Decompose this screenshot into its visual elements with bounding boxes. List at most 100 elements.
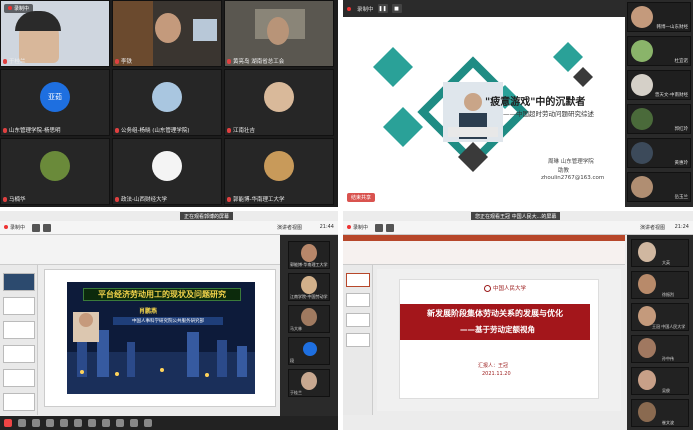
slide-thumbnail[interactable] xyxy=(346,293,370,307)
main-slide: 平台经济劳动用工的现状及问题研究 肖鹏燕 中国人事科学研究院公共服务研究部 xyxy=(67,282,255,394)
side-video-tile-2[interactable]: 江南学院-中国劳动学 xyxy=(288,273,330,301)
participant-photo xyxy=(631,40,653,62)
app-icon[interactable] xyxy=(46,419,54,427)
app-icon[interactable] xyxy=(4,419,12,427)
participant-name: 于桂兰 xyxy=(3,57,26,65)
side-video-tile-5[interactable]: 于桂兰 xyxy=(288,369,330,397)
app-icon[interactable] xyxy=(74,419,82,427)
participant-photo xyxy=(638,370,656,390)
participant-photo xyxy=(638,402,656,422)
video-tile-7[interactable]: 马楠华 xyxy=(0,138,110,205)
participant-name: 大英 xyxy=(662,260,670,265)
participant-name: 黄亮岛 湖南省总工会 xyxy=(227,57,284,65)
mic-muted-icon xyxy=(115,59,119,64)
slide-email: zhoulin2767@163.com xyxy=(541,175,605,181)
video-tile-8[interactable]: 政法-山西财经大学 xyxy=(112,138,222,205)
slide-thumbnail[interactable] xyxy=(3,321,35,339)
participant-name: 郭能博-华南理工大学 xyxy=(227,195,285,203)
participant-name: 郭能博-华南理工大学 xyxy=(290,262,328,267)
participant-name: 徐振烈 xyxy=(662,292,674,297)
side-video-tile-2[interactable]: 杜宜诺 xyxy=(627,36,691,66)
mic-muted-icon xyxy=(227,59,231,64)
side-video-tile-4[interactable]: 段 xyxy=(288,337,330,365)
slide-thumbnail[interactable] xyxy=(3,345,35,363)
video-tile-4[interactable]: 亚茹 山东管理学院-杨思明 xyxy=(0,69,110,136)
slide-thumbnail[interactable] xyxy=(346,273,370,287)
participant-photo xyxy=(638,338,656,358)
participant-name: 吴俊 xyxy=(662,388,670,393)
slide-title: 平台经济劳动用工的现状及问题研究 xyxy=(83,288,241,301)
pause-icon[interactable] xyxy=(32,224,40,232)
meeting-toolbar: 录制中 演讲者视图 21:24 xyxy=(343,221,693,235)
share-toolbar: 录制中 ❚❚ ■ xyxy=(343,0,625,17)
app-icon[interactable] xyxy=(102,419,110,427)
participant-photo xyxy=(155,13,181,43)
participant-photo xyxy=(631,6,653,28)
app-icon[interactable] xyxy=(18,419,26,427)
slide-title: 新发展阶段集体劳动关系的发展与优化 xyxy=(427,309,563,318)
side-video-tile-1[interactable]: 大英 xyxy=(631,239,689,267)
ppt-ribbon xyxy=(343,235,625,265)
video-tile-2[interactable]: 李铁 xyxy=(112,0,222,67)
side-video-tile-6[interactable]: 岳玉兰 xyxy=(627,172,691,202)
mic-muted-icon xyxy=(3,128,7,133)
side-video-tile-1[interactable]: 韩博一山东财经 xyxy=(627,2,691,32)
video-tile-9[interactable]: 郭能博-华南理工大学 xyxy=(224,138,334,205)
viewing-tab: 正在观看郭博的屏幕 xyxy=(180,212,234,220)
participant-photo xyxy=(301,244,317,262)
side-video-tile-3[interactable]: 马大林 xyxy=(288,305,330,333)
slide-thumbnail[interactable] xyxy=(346,333,370,347)
side-video-tile-5[interactable]: 吴俊 xyxy=(631,367,689,395)
pause-icon[interactable]: ❚❚ xyxy=(377,4,388,13)
end-share-button[interactable]: 结束共享 xyxy=(347,193,376,202)
slide-affiliation: 中国人事科学研究院公共服务研究部 xyxy=(113,317,223,325)
participant-hair xyxy=(15,11,61,31)
slide-thumbnail[interactable] xyxy=(3,369,35,387)
slide-thumbnail[interactable] xyxy=(3,393,35,411)
participant-name: 于桂兰 xyxy=(290,390,302,395)
participant-name: 政法-山西财经大学 xyxy=(115,195,167,203)
video-tile-1[interactable]: 录制中 于桂兰 xyxy=(0,0,110,67)
app-icon[interactable] xyxy=(32,419,40,427)
view-mode-label[interactable]: 演讲者视图 xyxy=(640,224,665,231)
mic-muted-icon xyxy=(115,197,119,202)
slide-thumbnail[interactable] xyxy=(3,297,35,315)
university-logo: 中国人民大学 xyxy=(484,284,526,292)
stop-icon[interactable]: ■ xyxy=(391,4,402,13)
side-video-tile-4[interactable]: 郭红玲 xyxy=(627,104,691,134)
side-video-tile-6[interactable]: 崔文波 xyxy=(631,399,689,427)
slide-thumbnail[interactable] xyxy=(3,273,35,291)
side-video-tile-3[interactable]: 王冠 中国人民大学 xyxy=(631,303,689,331)
side-video-tile-2[interactable]: 徐振烈 xyxy=(631,271,689,299)
side-video-tile-4[interactable]: 孙中伟 xyxy=(631,335,689,363)
slide-thumbnail[interactable] xyxy=(346,313,370,327)
stop-icon[interactable] xyxy=(43,224,51,232)
video-tile-5[interactable]: 公务组-杨晓 (山东管理学院) xyxy=(112,69,222,136)
app-icon[interactable] xyxy=(144,419,152,427)
pause-icon[interactable] xyxy=(375,224,383,232)
side-video-tile-3[interactable]: 曾天文-中南财经 xyxy=(627,70,691,100)
video-tile-6[interactable]: 江南壮吉 xyxy=(224,69,334,136)
record-dot-icon xyxy=(347,225,351,229)
avatar xyxy=(264,82,294,113)
view-mode-label[interactable]: 演讲者视图 xyxy=(277,224,302,231)
avatar xyxy=(152,151,182,182)
app-icon[interactable] xyxy=(116,419,124,427)
app-icon[interactable] xyxy=(130,419,138,427)
side-video-tile-1[interactable]: 郭能博-华南理工大学 xyxy=(288,241,330,269)
ppt-ribbon xyxy=(0,235,280,265)
side-video-tile-5[interactable]: 黄惠玲 xyxy=(627,138,691,168)
app-icon[interactable] xyxy=(88,419,96,427)
participant-name: 李铁 xyxy=(115,57,132,65)
participant-photo xyxy=(638,274,656,294)
video-tile-3[interactable]: 黄亮岛 湖南省总工会 xyxy=(224,0,334,67)
participant-photo xyxy=(631,176,653,198)
app-icon[interactable] xyxy=(60,419,68,427)
stop-icon[interactable] xyxy=(386,224,394,232)
participant-name: 王冠 中国人民大学 xyxy=(652,324,686,329)
avatar xyxy=(264,151,294,182)
participant-photo xyxy=(301,372,317,390)
participant-name: 岳玉兰 xyxy=(674,195,689,200)
viewing-tab: 您正在观看王冠 中国人民大...的屏幕 xyxy=(471,212,561,220)
slide-role: 助教 xyxy=(558,168,570,174)
